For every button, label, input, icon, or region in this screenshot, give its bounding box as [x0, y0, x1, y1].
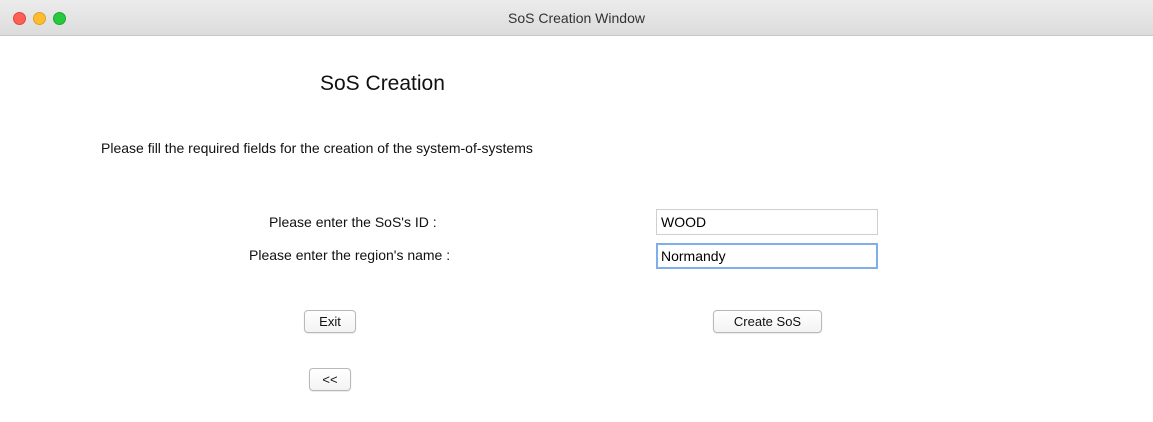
sos-creation-window: SoS Creation Window SoS Creation Please …: [0, 0, 1153, 422]
window-title: SoS Creation Window: [508, 10, 645, 26]
region-name-label: Please enter the region's name :: [249, 247, 451, 263]
back-button[interactable]: <<: [309, 368, 351, 391]
create-sos-button[interactable]: Create SoS: [713, 310, 822, 333]
region-name-input[interactable]: [656, 243, 878, 269]
sos-id-label: Please enter the SoS's ID :: [269, 214, 437, 230]
page-title: SoS Creation: [320, 72, 445, 95]
sos-id-input[interactable]: [656, 209, 878, 235]
instructions-text: Please fill the required fields for the …: [101, 140, 533, 156]
title-bar[interactable]: SoS Creation Window: [0, 0, 1153, 36]
exit-button[interactable]: Exit: [304, 310, 356, 333]
